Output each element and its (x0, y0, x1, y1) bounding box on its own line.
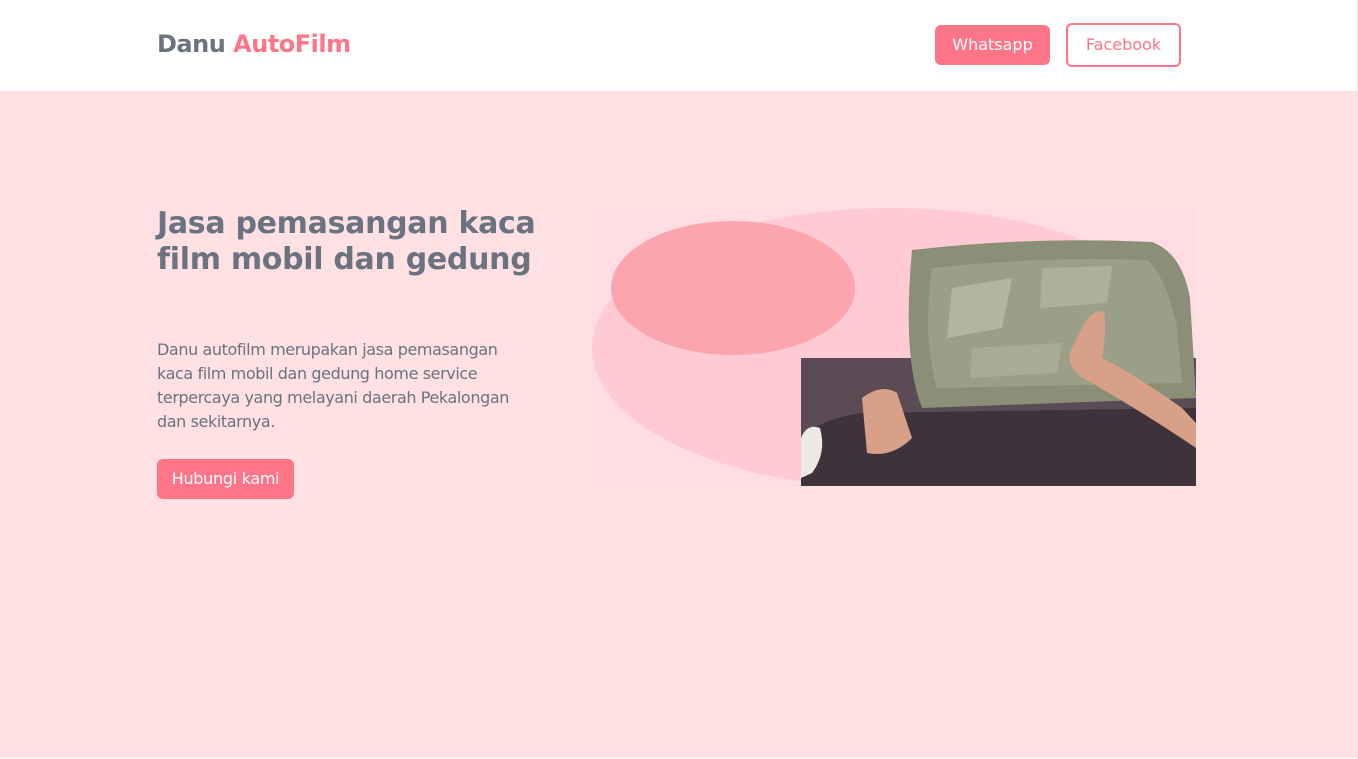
logo-accent-text: AutoFilm (233, 30, 351, 58)
small-blob-shape (611, 221, 855, 355)
contact-us-button[interactable]: Hubungi kami (157, 459, 294, 499)
logo-primary-text: Danu (157, 30, 226, 58)
facebook-button[interactable]: Facebook (1066, 23, 1181, 67)
whatsapp-button[interactable]: Whatsapp (935, 25, 1050, 65)
site-header: Danu AutoFilm Whatsapp Facebook (0, 0, 1358, 91)
hero-illustration (592, 208, 1196, 486)
site-logo[interactable]: Danu AutoFilm (157, 28, 351, 60)
hero-description: Danu autofilm merupakan jasa pemasangan … (157, 340, 509, 431)
hero-title: Jasa pemasangan kaca film mobil dan gedu… (157, 206, 536, 277)
